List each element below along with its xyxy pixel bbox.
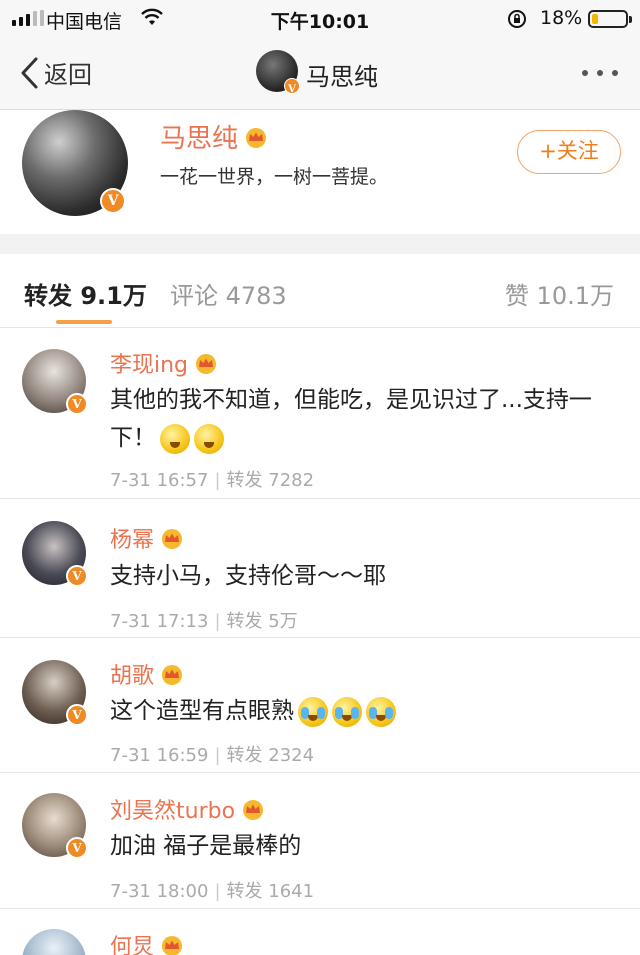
crown-icon bbox=[196, 354, 217, 374]
verified-v-icon: V bbox=[66, 565, 88, 587]
repost-meta: 7-31 16:59 | 转发 2324 bbox=[110, 745, 315, 766]
list-item[interactable]: V 李现ing 其他的我不知道，但能吃，是见识过了...支持一下！ 7-31 1… bbox=[0, 329, 640, 499]
crying-laughing-emoji-icon bbox=[298, 696, 328, 727]
repost-text: 加油 福子是最棒的 bbox=[110, 827, 624, 865]
profile-header: V 马思纯 一花一世界，一树一菩提。 +关注 bbox=[0, 110, 640, 234]
verified-v-icon: V bbox=[66, 837, 88, 859]
repost-count: 转发 1641 bbox=[226, 881, 315, 902]
crown-icon bbox=[243, 800, 264, 820]
repost-meta: 7-31 18:00 | 转发 1641 bbox=[110, 881, 315, 902]
list-item[interactable]: V 刘昊然turbo 加油 福子是最棒的 7-31 18:00 | 转发 1641 bbox=[0, 773, 640, 909]
repost-date: 7-31 16:59 bbox=[110, 745, 209, 766]
battery-icon bbox=[588, 10, 632, 28]
avatar[interactable] bbox=[22, 929, 86, 955]
user-name[interactable]: 杨幂 bbox=[110, 522, 184, 554]
user-name[interactable]: 何炅 bbox=[110, 929, 184, 955]
repost-text-body: 加油 福子是最棒的 bbox=[110, 833, 302, 859]
repost-date: 7-31 16:57 bbox=[110, 470, 209, 491]
repost-meta: 7-31 17:13 | 转发 5万 bbox=[110, 611, 298, 632]
list-item[interactable]: V 胡歌 这个造型有点眼熟 7-31 16:59 | 转发 2324 bbox=[0, 638, 640, 773]
profile-name[interactable]: 马思纯 bbox=[160, 118, 268, 155]
avatar[interactable]: V bbox=[22, 349, 88, 415]
laughing-emoji-icon bbox=[194, 423, 224, 454]
user-name-text: 胡歌 bbox=[110, 664, 155, 689]
profile-name-text: 马思纯 bbox=[160, 124, 239, 154]
repost-text-body: 这个造型有点眼熟 bbox=[110, 698, 294, 724]
user-name[interactable]: 刘昊然turbo bbox=[110, 793, 265, 825]
crying-laughing-emoji-icon bbox=[366, 696, 396, 727]
avatar[interactable]: V bbox=[22, 660, 88, 726]
verified-v-icon: V bbox=[284, 78, 300, 95]
repost-text: 这个造型有点眼熟 bbox=[110, 692, 624, 730]
repost-meta: 7-31 16:57 | 转发 7282 bbox=[110, 470, 315, 491]
crown-icon bbox=[162, 665, 183, 685]
repost-text: 其他的我不知道，但能吃，是见识过了...支持一下！ bbox=[110, 381, 624, 457]
repost-list: V 李现ing 其他的我不知道，但能吃，是见识过了...支持一下！ 7-31 1… bbox=[0, 329, 640, 955]
repost-count: 转发 2324 bbox=[226, 745, 315, 766]
user-name[interactable]: 胡歌 bbox=[110, 658, 184, 690]
repost-text: 支持小马，支持伦哥～～耶 bbox=[110, 557, 624, 595]
tab-repost[interactable]: 转发 9.1万 bbox=[24, 276, 147, 311]
verified-v-icon: V bbox=[66, 393, 88, 415]
nav-avatar[interactable]: V bbox=[256, 50, 300, 95]
verified-v-icon: V bbox=[100, 188, 126, 214]
back-button[interactable]: 返回 bbox=[18, 55, 92, 90]
crown-icon bbox=[246, 127, 267, 148]
avatar[interactable]: V bbox=[22, 110, 128, 216]
nav-bar: 返回 V 马思纯 bbox=[0, 36, 640, 110]
user-name-text: 杨幂 bbox=[110, 528, 155, 553]
repost-date: 7-31 18:00 bbox=[110, 881, 209, 902]
verified-v-icon: V bbox=[66, 704, 88, 726]
user-name[interactable]: 李现ing bbox=[110, 347, 218, 379]
user-name-text: 刘昊然turbo bbox=[110, 799, 236, 824]
status-bar: 中国电信 下午10:01 18% bbox=[0, 0, 640, 36]
more-dots-icon[interactable] bbox=[582, 70, 618, 76]
tab-like[interactable]: 赞 10.1万 bbox=[505, 276, 614, 311]
repost-text-body: 支持小马，支持伦哥～～耶 bbox=[110, 563, 386, 589]
repost-count: 转发 7282 bbox=[226, 470, 315, 491]
back-label: 返回 bbox=[44, 61, 92, 89]
user-name-text: 何炅 bbox=[110, 935, 155, 955]
avatar[interactable]: V bbox=[22, 793, 88, 859]
crown-icon bbox=[162, 936, 183, 955]
chevron-left-icon bbox=[21, 57, 38, 88]
list-item[interactable]: 何炅 bbox=[0, 909, 640, 955]
follow-button[interactable]: +关注 bbox=[517, 130, 621, 174]
repost-count: 转发 5万 bbox=[226, 611, 298, 632]
orientation-lock-icon bbox=[508, 10, 526, 28]
nav-title: 马思纯 bbox=[306, 63, 378, 91]
section-divider bbox=[0, 234, 640, 254]
tab-comment[interactable]: 评论 4783 bbox=[170, 276, 287, 311]
repost-date: 7-31 17:13 bbox=[110, 611, 209, 632]
battery-percent: 18% bbox=[540, 7, 583, 29]
list-item[interactable]: V 杨幂 支持小马，支持伦哥～～耶 7-31 17:13 | 转发 5万 bbox=[0, 499, 640, 638]
thinking-emoji-icon bbox=[160, 423, 190, 454]
crying-laughing-emoji-icon bbox=[332, 696, 362, 727]
profile-bio: 一花一世界，一树一菩提。 bbox=[160, 166, 389, 188]
tab-bar: 转发 9.1万 评论 4783 赞 10.1万 bbox=[0, 254, 640, 328]
avatar[interactable]: V bbox=[22, 521, 88, 587]
tab-active-indicator bbox=[56, 320, 112, 324]
user-name-text: 李现ing bbox=[110, 353, 189, 378]
crown-icon bbox=[162, 529, 183, 549]
